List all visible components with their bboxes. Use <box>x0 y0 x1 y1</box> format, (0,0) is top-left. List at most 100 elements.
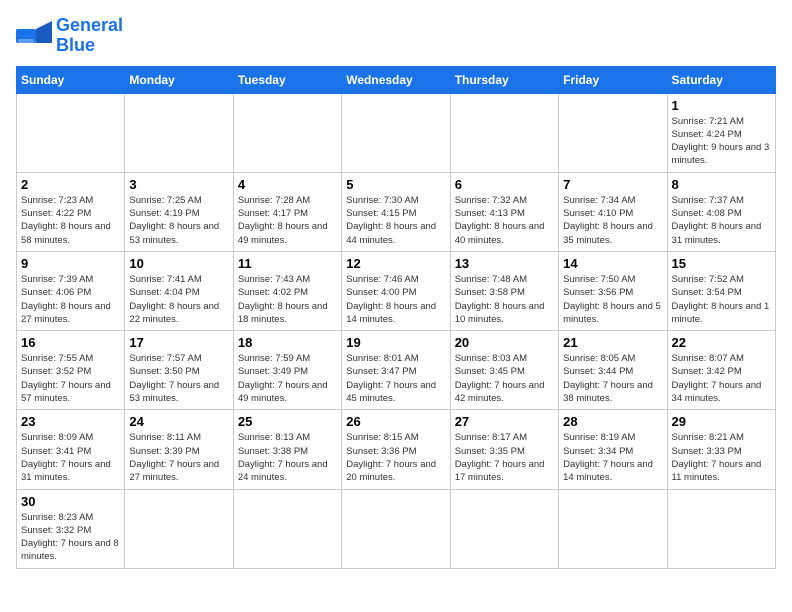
week-row-1: 2 Sunrise: 7:23 AM Sunset: 4:22 PM Daylig… <box>17 172 776 251</box>
day-cell: 21 Sunrise: 8:05 AM Sunset: 3:44 PM Dayli… <box>559 331 667 410</box>
header-cell-monday: Monday <box>125 66 233 93</box>
day-number: 7 <box>563 177 662 192</box>
day-info: Sunrise: 7:23 AM Sunset: 4:22 PM Dayligh… <box>21 194 120 247</box>
week-row-0: 1 Sunrise: 7:21 AM Sunset: 4:24 PM Daylig… <box>17 93 776 172</box>
day-info: Sunrise: 8:23 AM Sunset: 3:32 PM Dayligh… <box>21 511 120 564</box>
day-number: 28 <box>563 414 662 429</box>
day-number: 13 <box>455 256 554 271</box>
day-number: 24 <box>129 414 228 429</box>
day-info: Sunrise: 8:13 AM Sunset: 3:38 PM Dayligh… <box>238 431 337 484</box>
day-number: 15 <box>672 256 771 271</box>
day-number: 8 <box>672 177 771 192</box>
day-info: Sunrise: 8:21 AM Sunset: 3:33 PM Dayligh… <box>672 431 771 484</box>
day-number: 14 <box>563 256 662 271</box>
day-info: Sunrise: 7:34 AM Sunset: 4:10 PM Dayligh… <box>563 194 662 247</box>
day-info: Sunrise: 8:03 AM Sunset: 3:45 PM Dayligh… <box>455 352 554 405</box>
day-number: 5 <box>346 177 445 192</box>
day-cell <box>17 93 125 172</box>
day-cell: 6 Sunrise: 7:32 AM Sunset: 4:13 PM Daylig… <box>450 172 558 251</box>
day-cell: 23Sunrise: 8:09 AM Sunset: 3:41 PM Dayli… <box>17 410 125 489</box>
day-info: Sunrise: 7:25 AM Sunset: 4:19 PM Dayligh… <box>129 194 228 247</box>
header-cell-friday: Friday <box>559 66 667 93</box>
day-number: 9 <box>21 256 120 271</box>
day-cell: 12 Sunrise: 7:46 AM Sunset: 4:00 PM Dayli… <box>342 251 450 330</box>
day-number: 26 <box>346 414 445 429</box>
day-number: 30 <box>21 494 120 509</box>
day-cell <box>342 93 450 172</box>
day-number: 16 <box>21 335 120 350</box>
day-cell <box>125 93 233 172</box>
day-number: 2 <box>21 177 120 192</box>
day-info: Sunrise: 7:21 AM Sunset: 4:24 PM Dayligh… <box>672 115 771 168</box>
day-number: 1 <box>672 98 771 113</box>
day-cell <box>667 489 775 568</box>
day-cell: 9 Sunrise: 7:39 AM Sunset: 4:06 PM Daylig… <box>17 251 125 330</box>
day-cell: 22Sunrise: 8:07 AM Sunset: 3:42 PM Dayli… <box>667 331 775 410</box>
day-number: 25 <box>238 414 337 429</box>
day-cell: 1 Sunrise: 7:21 AM Sunset: 4:24 PM Daylig… <box>667 93 775 172</box>
day-info: Sunrise: 7:37 AM Sunset: 4:08 PM Dayligh… <box>672 194 771 247</box>
day-cell <box>559 489 667 568</box>
week-row-5: 30 Sunrise: 8:23 AM Sunset: 3:32 PM Dayli… <box>17 489 776 568</box>
day-number: 12 <box>346 256 445 271</box>
day-info: Sunrise: 8:01 AM Sunset: 3:47 PM Dayligh… <box>346 352 445 405</box>
day-cell: 27Sunrise: 8:17 AM Sunset: 3:35 PM Dayli… <box>450 410 558 489</box>
day-number: 23 <box>21 414 120 429</box>
day-cell: 18Sunrise: 7:59 AM Sunset: 3:49 PM Dayli… <box>233 331 341 410</box>
day-cell: 30 Sunrise: 8:23 AM Sunset: 3:32 PM Dayli… <box>17 489 125 568</box>
day-cell: 5 Sunrise: 7:30 AM Sunset: 4:15 PM Daylig… <box>342 172 450 251</box>
day-cell <box>233 93 341 172</box>
day-number: 21 <box>563 335 662 350</box>
day-cell: 10Sunrise: 7:41 AM Sunset: 4:04 PM Dayli… <box>125 251 233 330</box>
day-info: Sunrise: 7:59 AM Sunset: 3:49 PM Dayligh… <box>238 352 337 405</box>
calendar: SundayMondayTuesdayWednesdayThursdayFrid… <box>16 66 776 569</box>
day-cell: 26 Sunrise: 8:15 AM Sunset: 3:36 PM Dayli… <box>342 410 450 489</box>
calendar-body: 1 Sunrise: 7:21 AM Sunset: 4:24 PM Daylig… <box>17 93 776 568</box>
header-cell-wednesday: Wednesday <box>342 66 450 93</box>
day-cell: 8 Sunrise: 7:37 AM Sunset: 4:08 PM Daylig… <box>667 172 775 251</box>
day-number: 17 <box>129 335 228 350</box>
week-row-2: 9 Sunrise: 7:39 AM Sunset: 4:06 PM Daylig… <box>17 251 776 330</box>
day-cell: 29Sunrise: 8:21 AM Sunset: 3:33 PM Dayli… <box>667 410 775 489</box>
day-number: 3 <box>129 177 228 192</box>
day-info: Sunrise: 7:30 AM Sunset: 4:15 PM Dayligh… <box>346 194 445 247</box>
day-info: Sunrise: 7:41 AM Sunset: 4:04 PM Dayligh… <box>129 273 228 326</box>
day-cell <box>342 489 450 568</box>
day-cell: 2 Sunrise: 7:23 AM Sunset: 4:22 PM Daylig… <box>17 172 125 251</box>
day-number: 19 <box>346 335 445 350</box>
day-info: Sunrise: 7:39 AM Sunset: 4:06 PM Dayligh… <box>21 273 120 326</box>
day-number: 22 <box>672 335 771 350</box>
logo-text: General Blue <box>56 16 123 56</box>
day-info: Sunrise: 8:19 AM Sunset: 3:34 PM Dayligh… <box>563 431 662 484</box>
logo-general: General <box>56 15 123 35</box>
day-cell <box>450 93 558 172</box>
day-cell: 7 Sunrise: 7:34 AM Sunset: 4:10 PM Daylig… <box>559 172 667 251</box>
day-cell: 14Sunrise: 7:50 AM Sunset: 3:56 PM Dayli… <box>559 251 667 330</box>
day-info: Sunrise: 7:52 AM Sunset: 3:54 PM Dayligh… <box>672 273 771 326</box>
day-cell: 13 Sunrise: 7:48 AM Sunset: 3:58 PM Dayli… <box>450 251 558 330</box>
header: General Blue <box>16 16 776 56</box>
day-info: Sunrise: 7:48 AM Sunset: 3:58 PM Dayligh… <box>455 273 554 326</box>
day-cell <box>559 93 667 172</box>
day-cell: 4Sunrise: 7:28 AM Sunset: 4:17 PM Daylig… <box>233 172 341 251</box>
day-info: Sunrise: 8:15 AM Sunset: 3:36 PM Dayligh… <box>346 431 445 484</box>
day-info: Sunrise: 7:55 AM Sunset: 3:52 PM Dayligh… <box>21 352 120 405</box>
day-info: Sunrise: 7:46 AM Sunset: 4:00 PM Dayligh… <box>346 273 445 326</box>
day-number: 4 <box>238 177 337 192</box>
day-cell <box>125 489 233 568</box>
day-info: Sunrise: 8:05 AM Sunset: 3:44 PM Dayligh… <box>563 352 662 405</box>
day-info: Sunrise: 8:11 AM Sunset: 3:39 PM Dayligh… <box>129 431 228 484</box>
week-row-3: 16 Sunrise: 7:55 AM Sunset: 3:52 PM Dayli… <box>17 331 776 410</box>
day-cell <box>450 489 558 568</box>
day-number: 6 <box>455 177 554 192</box>
day-number: 20 <box>455 335 554 350</box>
logo-blue: Blue <box>56 35 95 55</box>
day-info: Sunrise: 7:32 AM Sunset: 4:13 PM Dayligh… <box>455 194 554 247</box>
day-cell: 19 Sunrise: 8:01 AM Sunset: 3:47 PM Dayli… <box>342 331 450 410</box>
day-cell: 11Sunrise: 7:43 AM Sunset: 4:02 PM Dayli… <box>233 251 341 330</box>
day-cell <box>233 489 341 568</box>
day-cell: 28 Sunrise: 8:19 AM Sunset: 3:34 PM Dayli… <box>559 410 667 489</box>
day-cell: 16 Sunrise: 7:55 AM Sunset: 3:52 PM Dayli… <box>17 331 125 410</box>
day-cell: 15 Sunrise: 7:52 AM Sunset: 3:54 PM Dayli… <box>667 251 775 330</box>
day-number: 27 <box>455 414 554 429</box>
